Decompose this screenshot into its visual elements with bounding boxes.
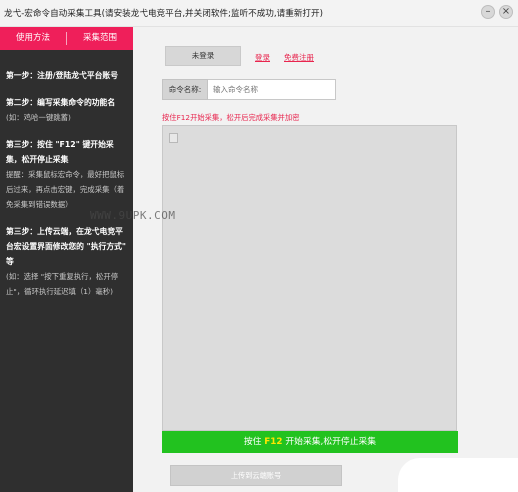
login-status-button[interactable]: 未登录 <box>165 46 241 66</box>
minimize-button[interactable]: – <box>481 5 495 19</box>
sidebar-tabs: 使用方法 采集范围 <box>0 27 133 50</box>
step-desc: (如：选择 "按下重复执行，松开停止"，循环执行延迟填（1）毫秒) <box>6 272 119 296</box>
start-bar-prefix: 按住 <box>243 437 262 447</box>
step-2: 第二步：编写采集命令的功能名 (如：鸡哈一键跳蓄) <box>6 95 127 125</box>
start-capture-bar[interactable]: 按住 F12 开始采集,松开停止采集 <box>162 431 458 453</box>
command-name-input[interactable] <box>208 79 336 100</box>
window-title: 龙弋-宏命令自动采集工具(请安装龙弋电竞平台,并关闭软件;监听不成功,请重新打开… <box>4 9 323 19</box>
tab-scope[interactable]: 采集范围 <box>67 27 133 50</box>
capture-hint: 按住F12开始采集，松开后完成采集并加密 <box>162 113 300 122</box>
start-bar-key: F12 <box>264 437 283 447</box>
login-link[interactable]: 登录 <box>255 52 270 63</box>
step-4: 第三步：上传云端，在龙弋电竞平台宏设置界面修改您的 "执行方式" 等 (如：选择… <box>6 224 127 299</box>
title-bar: 龙弋-宏命令自动采集工具(请安装龙弋电竞平台,并关闭软件;监听不成功,请重新打开… <box>0 0 518 27</box>
step-1: 第一步：注册/登陆龙弋平台账号 <box>6 68 127 83</box>
step-desc: 提醒：采集鼠标宏命令，最好把鼠标后过来，再点击宏键，完成采集（着免采集到错误数据… <box>6 170 125 209</box>
command-name-label: 命令名称: <box>162 79 208 100</box>
step-title: 第三步：上传云端，在龙弋电竞平台宏设置界面修改您的 "执行方式" 等 <box>6 227 126 266</box>
sidebar: 使用方法 采集范围 第一步：注册/登陆龙弋平台账号 第二步：编写采集命令的功能名… <box>0 27 133 492</box>
step-title: 第三步：按住 "F12" 键开始采集，松开停止采集 <box>6 140 114 164</box>
instruction-steps: 第一步：注册/登陆龙弋平台账号 第二步：编写采集命令的功能名 (如：鸡哈一键跳蓄… <box>0 50 133 299</box>
register-link[interactable]: 免费注册 <box>284 52 314 63</box>
watermark: WWW.9UPK.COM <box>90 209 176 222</box>
step-desc: (如：鸡哈一键跳蓄) <box>6 113 71 122</box>
main-panel: 未登录 登录 免费注册 命令名称: 按住F12开始采集，松开后完成采集并加密 按… <box>133 27 518 492</box>
corner-overlay <box>398 458 518 492</box>
step-title: 第一步：注册/登陆龙弋平台账号 <box>6 71 119 80</box>
upload-cloud-button[interactable]: 上传到云端账号 <box>170 465 342 486</box>
step-title: 第二步：编写采集命令的功能名 <box>6 98 116 107</box>
capture-area[interactable] <box>162 125 457 431</box>
start-bar-suffix: 开始采集,松开停止采集 <box>285 437 377 447</box>
tab-usage[interactable]: 使用方法 <box>0 27 66 50</box>
step-3: 第三步：按住 "F12" 键开始采集，松开停止采集 提醒：采集鼠标宏命令，最好把… <box>6 137 127 212</box>
close-button[interactable]: × <box>499 5 513 19</box>
document-icon <box>169 133 178 143</box>
